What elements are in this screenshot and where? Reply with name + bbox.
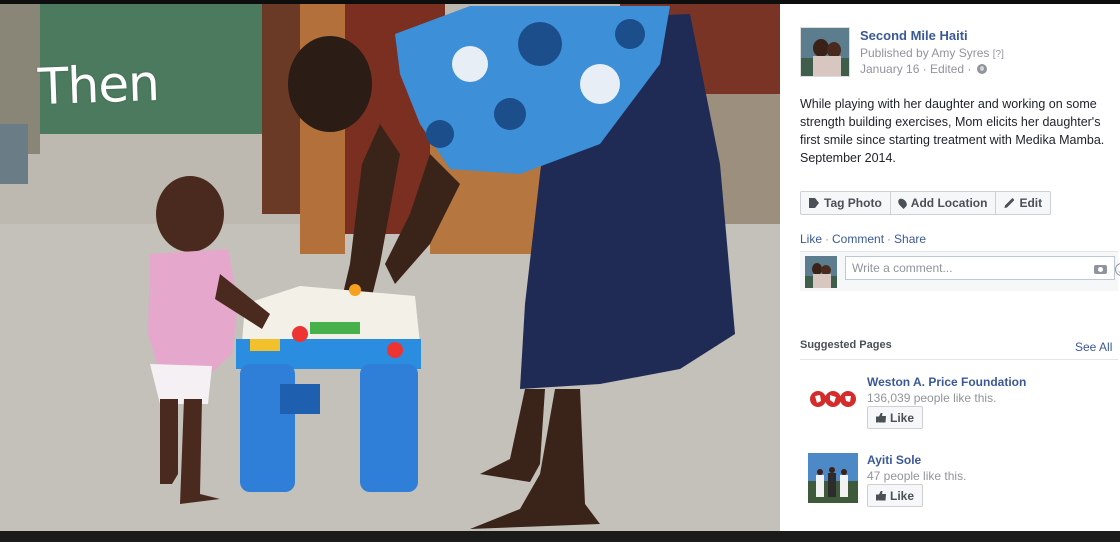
thumbs-up-icon [876, 412, 886, 423]
tag-photo-label: Tag Photo [824, 196, 882, 210]
post-date[interactable]: January 16 · Edited · [860, 62, 971, 76]
like-page-label: Like [890, 410, 915, 425]
comment-input[interactable] [845, 256, 1115, 280]
comment-link[interactable]: Comment [832, 232, 884, 246]
help-mark[interactable]: [?] [993, 49, 1004, 60]
camera-icon[interactable] [1094, 265, 1107, 274]
social-actions: Like · Comment · Share [800, 232, 926, 246]
photo-actions-bar: Tag Photo Add Location Edit [800, 191, 1052, 215]
suggested-page-likes: 47 people like this. [867, 469, 967, 483]
suggested-page-name[interactable]: Weston A. Price Foundation [867, 375, 1026, 389]
edit-button[interactable]: Edit [996, 192, 1050, 214]
photo-overlay-text: Then [37, 53, 160, 117]
location-pin-icon [896, 196, 909, 210]
suggested-page-name[interactable]: Ayiti Sole [867, 453, 921, 467]
like-page-button[interactable]: Like [867, 406, 924, 429]
globe-icon[interactable] [976, 64, 987, 74]
user-avatar[interactable] [805, 256, 837, 288]
edit-label: Edit [1019, 196, 1043, 210]
tag-icon [809, 198, 819, 208]
suggested-page-thumbnail[interactable] [808, 375, 858, 425]
emoji-icon[interactable] [1115, 263, 1120, 276]
published-by-text[interactable]: Published by Amy Syres [860, 46, 989, 60]
suggested-page-thumbnail[interactable] [808, 453, 858, 503]
published-by: Published by Amy Syres [?] [860, 46, 1004, 60]
photo-caption: While playing with her daughter and work… [800, 97, 1105, 165]
like-page-label: Like [890, 488, 915, 503]
pencil-icon [1004, 198, 1015, 208]
tag-photo-button[interactable]: Tag Photo [801, 192, 891, 214]
comment-composer [800, 251, 1120, 291]
add-location-button[interactable]: Add Location [891, 192, 997, 214]
viewer-bottom-edge [0, 531, 1120, 542]
photo-viewer-image[interactable]: Then [0, 4, 780, 531]
like-link[interactable]: Like [800, 232, 822, 246]
share-link[interactable]: Share [894, 232, 926, 246]
thumbs-up-icon [876, 490, 886, 501]
add-location-label: Add Location [910, 196, 988, 210]
post-timestamp: January 16 · Edited · [860, 62, 987, 76]
divider [800, 359, 1118, 360]
photo-side-panel: Second Mile Haiti Published by Amy Syres… [780, 4, 1120, 531]
page-avatar[interactable] [800, 27, 850, 77]
suggested-pages-title: Suggested Pages [800, 339, 892, 351]
separator: · [887, 232, 892, 246]
like-page-button[interactable]: Like [867, 484, 924, 507]
page-name-link[interactable]: Second Mile Haiti [860, 28, 968, 43]
separator: · [825, 232, 830, 246]
suggested-page-likes: 136,039 people like this. [867, 391, 997, 405]
see-all-link[interactable]: See All [1075, 340, 1112, 354]
